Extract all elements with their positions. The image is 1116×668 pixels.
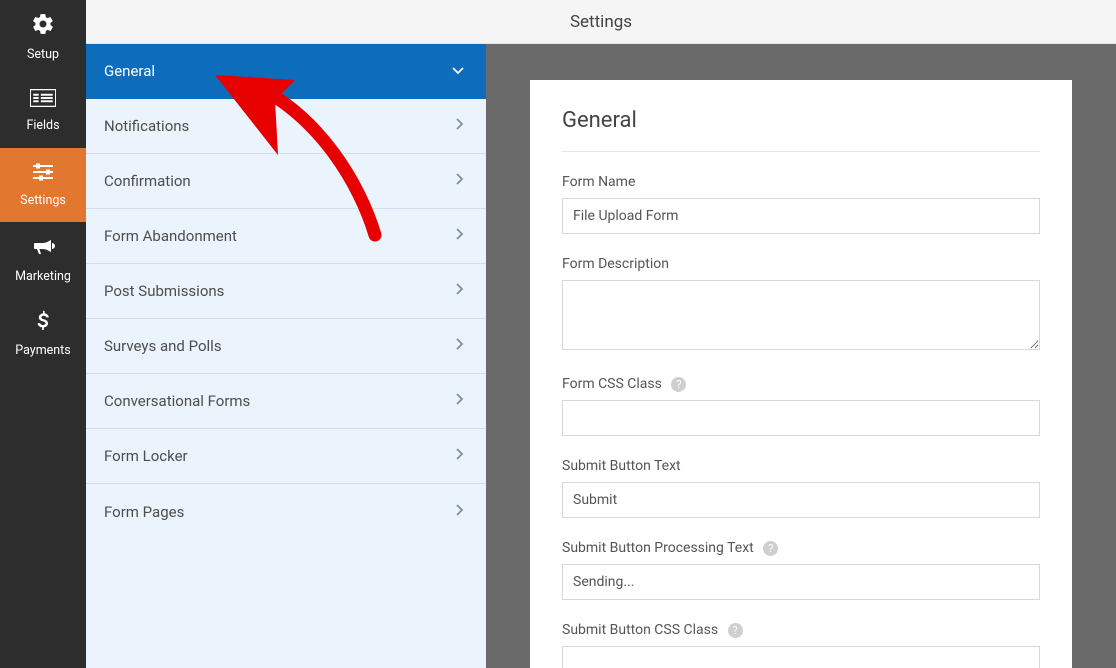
settings-item-label: Form Pages [104, 503, 184, 521]
help-icon[interactable]: ? [671, 377, 686, 392]
submit-button-processing-input[interactable] [562, 564, 1040, 600]
chevron-right-icon [456, 338, 464, 354]
chevron-right-icon [456, 448, 464, 464]
nav-item-fields[interactable]: Fields [0, 74, 86, 148]
chevron-right-icon [456, 283, 464, 299]
nav-label: Payments [15, 343, 70, 358]
gear-icon [31, 12, 55, 41]
submit-button-text-input[interactable] [562, 482, 1040, 518]
form-name-row: Form Name [562, 174, 1040, 234]
chevron-right-icon [456, 504, 464, 520]
settings-item-label: Notifications [104, 117, 189, 135]
nav-label: Setup [27, 47, 59, 62]
form-description-row: Form Description [562, 256, 1040, 354]
settings-item-form-abandonment[interactable]: Form Abandonment [86, 209, 486, 264]
submit-button-css-input[interactable] [562, 646, 1040, 668]
settings-item-label: General [104, 62, 155, 80]
help-icon[interactable]: ? [763, 541, 778, 556]
settings-item-notifications[interactable]: Notifications [86, 99, 486, 154]
settings-item-conversational-forms[interactable]: Conversational Forms [86, 374, 486, 429]
nav-label: Settings [20, 193, 66, 208]
nav-item-payments[interactable]: Payments [0, 296, 86, 370]
submit-button-text-label: Submit Button Text [562, 458, 1040, 474]
form-css-class-row: Form CSS Class ? [562, 376, 1040, 436]
settings-panel: General Notifications Confirmation Form … [86, 44, 486, 668]
form-name-label: Form Name [562, 174, 1040, 190]
primary-nav: Setup Fields Settings Marketing [0, 0, 86, 668]
nav-label: Fields [26, 118, 59, 133]
sliders-icon [30, 162, 56, 187]
form-description-textarea[interactable] [562, 280, 1040, 350]
chevron-right-icon [456, 393, 464, 409]
submit-button-css-row: Submit Button CSS Class ? [562, 622, 1040, 668]
section-heading: General [562, 108, 1040, 152]
settings-item-form-pages[interactable]: Form Pages [86, 484, 486, 539]
chevron-right-icon [456, 228, 464, 244]
settings-item-label: Confirmation [104, 172, 191, 190]
list-icon [30, 89, 56, 112]
chevron-down-icon [452, 64, 464, 79]
submit-button-css-label: Submit Button CSS Class ? [562, 622, 1040, 638]
submit-button-processing-label: Submit Button Processing Text ? [562, 540, 1040, 556]
nav-item-settings[interactable]: Settings [0, 148, 86, 222]
nav-item-marketing[interactable]: Marketing [0, 222, 86, 296]
bullhorn-icon [31, 234, 55, 263]
settings-item-general[interactable]: General [86, 44, 486, 99]
settings-item-form-locker[interactable]: Form Locker [86, 429, 486, 484]
dollar-icon [33, 308, 53, 337]
form-name-input[interactable] [562, 198, 1040, 234]
settings-item-post-submissions[interactable]: Post Submissions [86, 264, 486, 319]
submit-button-processing-row: Submit Button Processing Text ? [562, 540, 1040, 600]
chevron-right-icon [456, 118, 464, 134]
settings-general-card: General Form Name Form Description Form … [530, 80, 1072, 668]
nav-item-setup[interactable]: Setup [0, 0, 86, 74]
settings-item-label: Post Submissions [104, 282, 224, 300]
page-header: Settings [86, 0, 1116, 44]
settings-item-label: Surveys and Polls [104, 337, 222, 355]
nav-label: Marketing [15, 269, 71, 284]
help-icon[interactable]: ? [728, 623, 743, 638]
content-area: General Form Name Form Description Form … [486, 44, 1116, 668]
submit-button-text-row: Submit Button Text [562, 458, 1040, 518]
settings-item-label: Conversational Forms [104, 392, 250, 410]
page-title: Settings [570, 12, 632, 32]
settings-item-confirmation[interactable]: Confirmation [86, 154, 486, 209]
settings-item-label: Form Locker [104, 447, 188, 465]
chevron-right-icon [456, 173, 464, 189]
form-css-class-input[interactable] [562, 400, 1040, 436]
form-description-label: Form Description [562, 256, 1040, 272]
settings-item-surveys-polls[interactable]: Surveys and Polls [86, 319, 486, 374]
settings-item-label: Form Abandonment [104, 227, 237, 245]
form-css-class-label: Form CSS Class ? [562, 376, 1040, 392]
